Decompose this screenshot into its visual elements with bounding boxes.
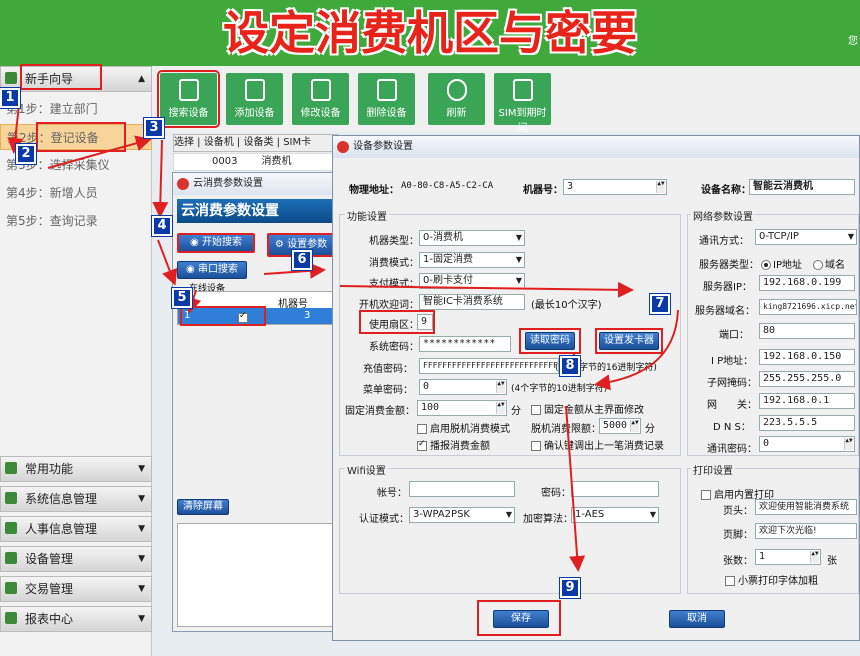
arrow-9	[565, 405, 586, 572]
marker-4: 4	[151, 215, 173, 237]
marker-8: 8	[559, 355, 581, 377]
arrow-4	[157, 239, 178, 286]
arrow-6	[263, 262, 326, 279]
arrow-7a	[339, 281, 634, 298]
arrow-7b	[594, 309, 679, 391]
arrow-2	[47, 135, 152, 169]
annotation-arrows	[7, 95, 679, 572]
marker-5: 5	[171, 287, 193, 309]
marker-1: 1	[0, 87, 21, 109]
marker-6: 6	[291, 249, 313, 271]
marker-7: 7	[649, 293, 671, 315]
marker-3: 3	[143, 117, 165, 139]
marker-2: 2	[15, 143, 37, 165]
marker-9: 9	[559, 577, 581, 599]
arrow-3	[152, 139, 169, 218]
